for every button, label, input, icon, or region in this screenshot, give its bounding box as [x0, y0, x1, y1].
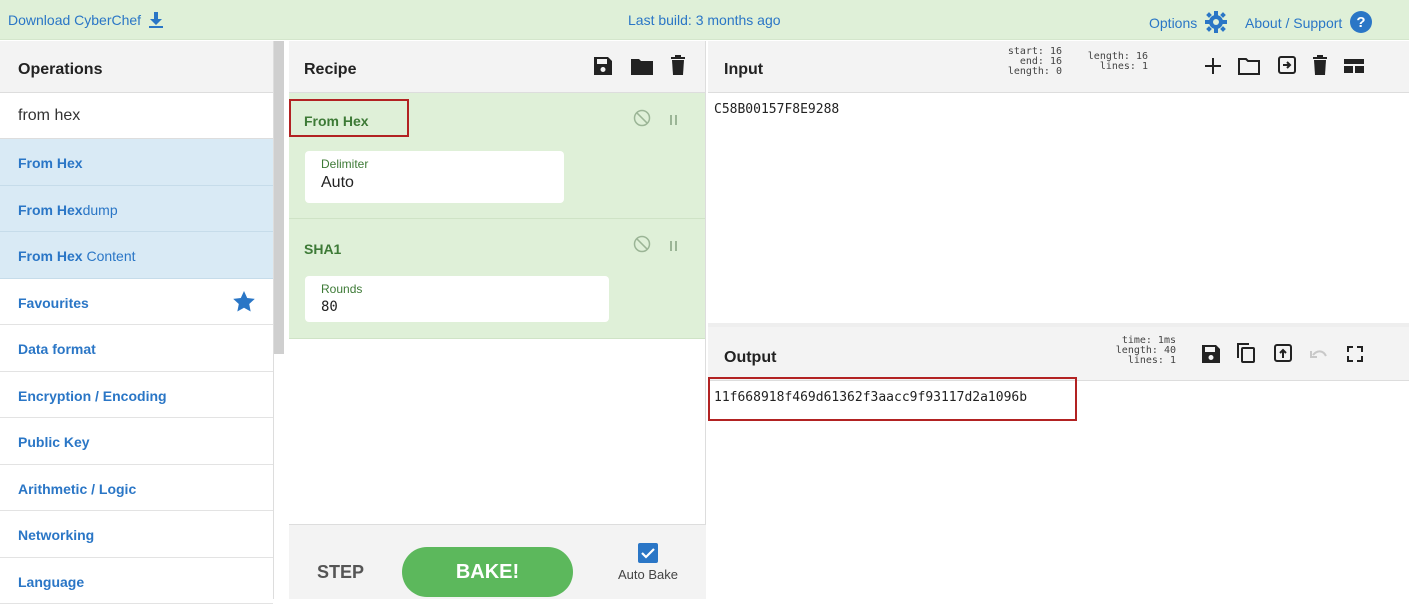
layout-icon[interactable]: [1344, 57, 1364, 80]
output-header: Output time: 1ms length: 40 lines: 1: [708, 327, 1409, 381]
op-result-from-hexdump[interactable]: From Hexdump: [0, 186, 273, 233]
category-favourites[interactable]: Favourites: [0, 279, 273, 326]
op-result-from-hex[interactable]: From Hex: [0, 139, 273, 186]
folder-icon[interactable]: [631, 57, 653, 80]
open-file-icon[interactable]: [1277, 55, 1297, 80]
rounds-value: 80: [321, 299, 609, 315]
replace-input-icon[interactable]: [1273, 343, 1293, 368]
auto-bake-toggle[interactable]: Auto Bake: [608, 543, 688, 582]
disable-icon[interactable]: [633, 115, 651, 130]
category-public-key[interactable]: Public Key: [0, 418, 273, 465]
last-build-text: Last build: 3 months ago: [628, 12, 781, 28]
add-tab-icon[interactable]: [1204, 57, 1222, 80]
save-output-icon[interactable]: [1202, 345, 1220, 368]
highlight-box: [289, 99, 409, 137]
svg-text:?: ?: [1357, 14, 1366, 31]
bake-area: STEP BAKE! Auto Bake: [289, 524, 706, 599]
category-arithmetic-logic[interactable]: Arithmetic / Logic: [0, 465, 273, 512]
disable-icon[interactable]: [633, 241, 651, 256]
trash-icon[interactable]: [671, 55, 685, 80]
input-title: Input: [724, 61, 763, 79]
io-panel: Input start: 16 end: 16 length: 0 length…: [708, 41, 1409, 599]
delimiter-label: Delimiter: [321, 157, 564, 171]
operations-panel: Operations from hex From Hex From Hexdum…: [0, 41, 274, 599]
copy-icon[interactable]: [1236, 343, 1256, 368]
download-link[interactable]: Download CyberChef: [8, 12, 163, 28]
auto-bake-label: Auto Bake: [608, 567, 688, 582]
top-bar: Download CyberChef Last build: 3 months …: [0, 0, 1409, 40]
recipe-title: Recipe: [304, 61, 356, 79]
auto-bake-checkbox[interactable]: [638, 543, 658, 563]
operations-search-input[interactable]: from hex: [0, 93, 273, 139]
rounds-label: Rounds: [321, 282, 609, 296]
rounds-field[interactable]: Rounds 80: [305, 276, 609, 322]
operations-title: Operations: [0, 41, 273, 93]
operations-scrollbar[interactable]: [274, 41, 284, 354]
gear-icon: [1205, 11, 1227, 33]
about-label: About / Support: [1245, 15, 1342, 31]
maximize-icon[interactable]: [1346, 345, 1364, 368]
star-icon[interactable]: [233, 291, 255, 312]
recipe-step-from-hex[interactable]: From Hex Delimiter Auto: [289, 93, 705, 219]
delimiter-value: Auto: [321, 174, 564, 192]
delimiter-field[interactable]: Delimiter Auto: [305, 151, 564, 203]
download-icon: [149, 12, 163, 28]
input-stats: length: 16 lines: 1: [1070, 52, 1148, 72]
step-button[interactable]: STEP: [317, 562, 364, 583]
step-name: SHA1: [304, 241, 341, 257]
bake-button[interactable]: BAKE!: [402, 547, 573, 597]
category-data-format[interactable]: Data format: [0, 325, 273, 372]
recipe-step-sha1[interactable]: SHA1 Rounds 80: [289, 219, 705, 339]
category-networking[interactable]: Networking: [0, 511, 273, 558]
options-label: Options: [1149, 15, 1197, 31]
input-textarea[interactable]: C58B00157F8E9288: [714, 102, 839, 117]
recipe-panel: Recipe From Hex Delimiter Auto SHA1 Roun…: [289, 41, 706, 599]
input-selection-stats: start: 16 end: 16 length: 0: [958, 47, 1062, 77]
options-link[interactable]: Options: [1149, 11, 1227, 33]
clear-input-icon[interactable]: [1313, 55, 1327, 80]
about-support-link[interactable]: About / Support ?: [1245, 11, 1372, 33]
category-language[interactable]: Language: [0, 558, 273, 604]
help-icon: ?: [1350, 11, 1372, 33]
op-result-from-hex-content[interactable]: From Hex Content: [0, 232, 273, 279]
output-stats: time: 1ms length: 40 lines: 1: [1080, 336, 1176, 366]
open-folder-icon[interactable]: [1238, 57, 1260, 80]
output-title: Output: [724, 349, 776, 367]
pause-icon[interactable]: [669, 115, 679, 130]
download-label: Download CyberChef: [8, 12, 141, 28]
undo-icon[interactable]: [1309, 347, 1329, 368]
pause-icon[interactable]: [669, 241, 679, 256]
input-header: Input start: 16 end: 16 length: 0 length…: [708, 41, 1409, 93]
output-text[interactable]: 11f668918f469d61362f3aacc9f93117d2a1096b: [714, 390, 1027, 405]
category-encryption-encoding[interactable]: Encryption / Encoding: [0, 372, 273, 419]
recipe-header: Recipe: [289, 41, 705, 93]
save-icon[interactable]: [594, 57, 612, 80]
